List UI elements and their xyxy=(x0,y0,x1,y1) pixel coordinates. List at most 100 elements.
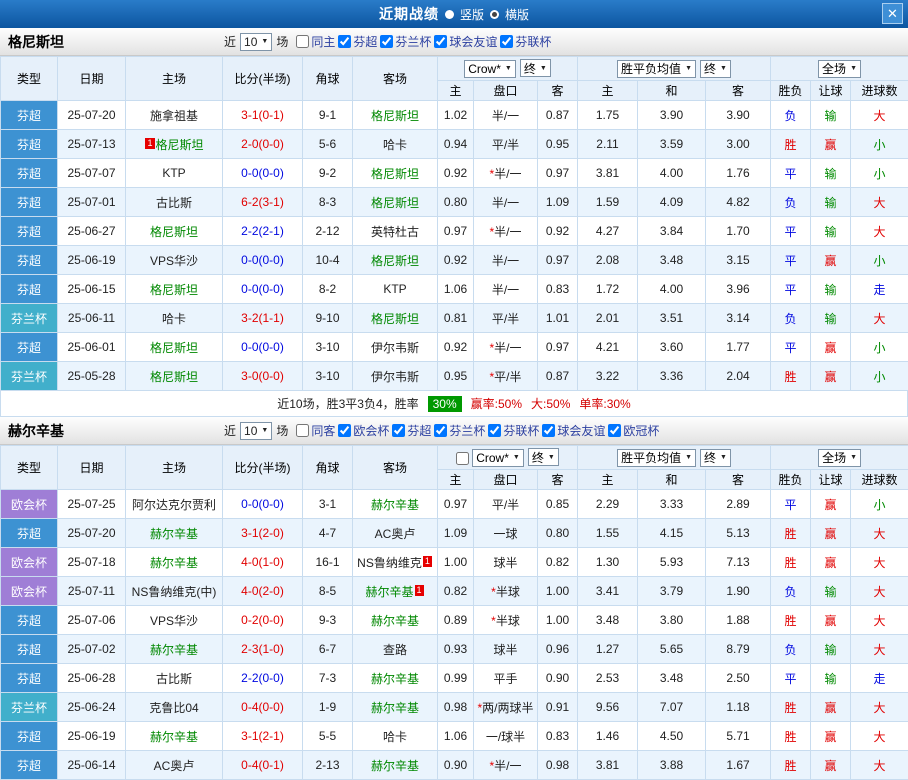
filter-checkbox[interactable] xyxy=(338,35,351,48)
section-header: 格尼斯坦 近 10▼ 场 同主芬超芬兰杯球会友谊芬联杯 xyxy=(0,28,908,56)
filter-芬兰杯[interactable]: 芬兰杯 xyxy=(434,422,485,439)
score-cell: 3-1(0-1) xyxy=(223,101,303,130)
filter-checkbox[interactable] xyxy=(434,424,447,437)
filter-checkbox[interactable] xyxy=(338,424,351,437)
avg-stage-select[interactable]: 终▼ xyxy=(700,449,731,467)
score-cell: 0-0(0-0) xyxy=(223,246,303,275)
avg-type-select[interactable]: 胜平负均值▼ xyxy=(617,60,696,78)
avg-away-cell: 1.77 xyxy=(706,333,771,362)
filter-label[interactable]: 芬兰杯 xyxy=(395,33,431,50)
matches-table: 类型 日期 主场 比分(半场) 角球 客场 Crow*▼终▼ 胜平负均值▼终▼ … xyxy=(0,56,908,391)
filter-checkbox[interactable] xyxy=(296,424,309,437)
avg-away-cell: 3.15 xyxy=(706,246,771,275)
avg-stage-select[interactable]: 终▼ xyxy=(700,60,731,78)
horizontal-layout-radio[interactable] xyxy=(490,10,499,19)
odds-away-cell: 0.83 xyxy=(538,722,578,751)
filter-label[interactable]: 芬联杯 xyxy=(515,33,551,50)
odds-home-cell: 0.93 xyxy=(438,635,474,664)
filter-label[interactable]: 同客 xyxy=(311,422,335,439)
filter-checkbox[interactable] xyxy=(380,35,393,48)
odds-home-cell: 1.09 xyxy=(438,519,474,548)
filter-label[interactable]: 芬超 xyxy=(353,33,377,50)
chevron-down-icon: ▼ xyxy=(505,65,512,72)
filter-同主[interactable]: 同主 xyxy=(296,33,335,50)
filter-芬超[interactable]: 芬超 xyxy=(338,33,377,50)
filter-label[interactable]: 球会友谊 xyxy=(449,33,497,50)
filter-芬兰杯[interactable]: 芬兰杯 xyxy=(380,33,431,50)
league-cell: 芬超 xyxy=(1,722,58,751)
avg-home-cell: 4.27 xyxy=(578,217,638,246)
filter-label[interactable]: 欧会杯 xyxy=(353,422,389,439)
goals-result-cell: 大 xyxy=(851,101,908,130)
filter-checkbox[interactable] xyxy=(542,424,555,437)
vertical-layout-label[interactable]: 竖版 xyxy=(460,6,484,23)
odds-stage-select[interactable]: 终▼ xyxy=(520,59,551,77)
odds-company-checkbox[interactable] xyxy=(456,452,469,465)
recent-count-select[interactable]: 10▼ xyxy=(240,422,272,440)
avg-draw-cell: 5.65 xyxy=(638,635,706,664)
filter-label[interactable]: 欧冠杯 xyxy=(623,422,659,439)
filter-label[interactable]: 同主 xyxy=(311,33,335,50)
odds-company-select[interactable]: Crow*▼ xyxy=(472,449,524,467)
filter-checkbox[interactable] xyxy=(488,424,501,437)
odds-company-select[interactable]: Crow*▼ xyxy=(464,60,516,78)
recent-count-select[interactable]: 10▼ xyxy=(240,33,272,51)
corners-cell: 4-7 xyxy=(303,519,353,548)
match-row: 芬超25-07-02赫尔辛基2-3(1-0)6-7查路0.93球半0.961.2… xyxy=(1,635,908,664)
vertical-layout-radio[interactable] xyxy=(445,10,454,19)
chevron-down-icon: ▼ xyxy=(720,65,727,72)
filter-球会友谊[interactable]: 球会友谊 xyxy=(542,422,605,439)
summary-part: 30% xyxy=(428,396,462,412)
subheader-odds-home: 主 xyxy=(438,470,474,490)
score-cell: 0-0(0-0) xyxy=(223,275,303,304)
filter-芬超[interactable]: 芬超 xyxy=(392,422,431,439)
filter-checkbox[interactable] xyxy=(434,35,447,48)
avg-home-cell: 3.41 xyxy=(578,577,638,606)
scope-select[interactable]: 全场▼ xyxy=(818,60,861,78)
chevron-down-icon: ▼ xyxy=(720,454,727,461)
avg-draw-cell: 3.48 xyxy=(638,664,706,693)
away-team-cell: 查路 xyxy=(353,635,438,664)
avg-draw-cell: 7.07 xyxy=(638,693,706,722)
filter-欧冠杯[interactable]: 欧冠杯 xyxy=(608,422,659,439)
avg-away-cell: 3.96 xyxy=(706,275,771,304)
corners-cell: 3-10 xyxy=(303,333,353,362)
odds-handicap-cell: 平手 xyxy=(474,664,538,693)
filter-label[interactable]: 芬兰杯 xyxy=(449,422,485,439)
subheader-handicap-result: 让球 xyxy=(811,81,851,101)
odds-away-cell: 0.87 xyxy=(538,101,578,130)
odds-handicap-cell: 半/一 xyxy=(474,101,538,130)
odds-away-cell: 1.00 xyxy=(538,606,578,635)
filter-label[interactable]: 芬联杯 xyxy=(503,422,539,439)
filter-同客[interactable]: 同客 xyxy=(296,422,335,439)
match-row: 芬兰杯25-05-28格尼斯坦3-0(0-0)3-10伊尔韦斯0.95*平/半0… xyxy=(1,362,908,391)
summary-part: 大:50% xyxy=(531,395,570,412)
filter-label[interactable]: 球会友谊 xyxy=(557,422,605,439)
handicap-result-cell: 输 xyxy=(811,188,851,217)
filter-欧会杯[interactable]: 欧会杯 xyxy=(338,422,389,439)
filter-芬联杯[interactable]: 芬联杯 xyxy=(488,422,539,439)
score-cell: 0-0(0-0) xyxy=(223,333,303,362)
away-team-cell: 格尼斯坦 xyxy=(353,188,438,217)
league-filters: 同主 芬超 芬兰杯 球会友谊 芬联杯 xyxy=(296,33,554,50)
avg-type-select[interactable]: 胜平负均值▼ xyxy=(617,449,696,467)
score-cell: 0-4(0-1) xyxy=(223,751,303,780)
filter-label[interactable]: 芬超 xyxy=(407,422,431,439)
horizontal-layout-label[interactable]: 横版 xyxy=(505,6,529,23)
close-icon[interactable]: ✕ xyxy=(882,3,903,24)
date-cell: 25-06-11 xyxy=(58,304,126,333)
corners-cell: 10-4 xyxy=(303,246,353,275)
filter-checkbox[interactable] xyxy=(296,35,309,48)
team-name: 格尼斯坦 xyxy=(150,370,198,384)
filter-芬联杯[interactable]: 芬联杯 xyxy=(500,33,551,50)
filter-checkbox[interactable] xyxy=(392,424,405,437)
avg-home-cell: 4.21 xyxy=(578,333,638,362)
result-cell: 胜 xyxy=(771,751,811,780)
filter-checkbox[interactable] xyxy=(500,35,513,48)
away-team-cell: 哈卡 xyxy=(353,722,438,751)
odds-stage-select[interactable]: 终▼ xyxy=(528,448,559,466)
scope-select[interactable]: 全场▼ xyxy=(818,449,861,467)
filter-球会友谊[interactable]: 球会友谊 xyxy=(434,33,497,50)
goals-result-cell: 大 xyxy=(851,519,908,548)
filter-checkbox[interactable] xyxy=(608,424,621,437)
